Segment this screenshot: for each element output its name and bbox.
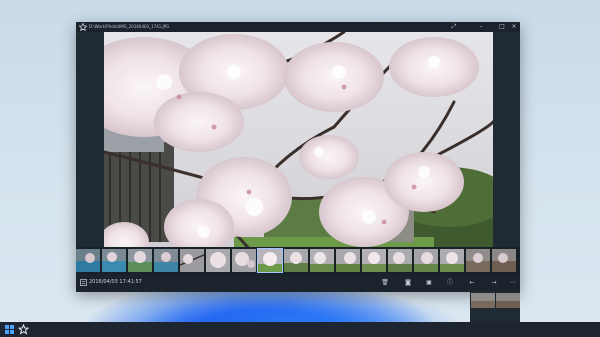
camera-icon[interactable]: ◙ xyxy=(403,278,413,288)
thumbnail[interactable] xyxy=(310,249,334,272)
window-title: D:\Work\Photo\IMG_20160403_1741.JPG xyxy=(89,24,170,29)
previous-icon[interactable]: ← xyxy=(467,278,477,288)
minimize-button[interactable]: – xyxy=(476,22,486,32)
photos-icon[interactable] xyxy=(18,324,29,335)
status-bar: 2016/04/03 17:41:57 🗑 ◙ ▣ ⓘ ← → ⋯ xyxy=(76,274,520,292)
thumbnail[interactable] xyxy=(128,249,152,272)
taskbar xyxy=(0,322,600,337)
close-button[interactable]: × xyxy=(509,22,519,32)
mini-thumbnail[interactable] xyxy=(471,293,495,308)
mini-thumbnail[interactable] xyxy=(496,293,520,308)
thumbnail[interactable] xyxy=(76,249,100,272)
next-icon[interactable]: → xyxy=(489,278,499,288)
maximize-button[interactable]: □ xyxy=(497,22,507,32)
thumbnail-active[interactable] xyxy=(257,248,283,273)
photos-window: D:\Work\Photo\IMG_20160403_1741.JPG ⤢ – … xyxy=(76,22,520,292)
start-icon[interactable] xyxy=(4,324,15,335)
thumbnail[interactable] xyxy=(180,249,204,272)
thumbnail[interactable] xyxy=(284,249,308,272)
thumbnail[interactable] xyxy=(440,249,464,272)
thumbnail[interactable] xyxy=(362,249,386,272)
delete-icon[interactable]: 🗑 xyxy=(380,278,390,288)
thumbnail[interactable] xyxy=(154,249,178,272)
thumbnail[interactable] xyxy=(336,249,360,272)
photo-date: 2016/04/03 17:41:57 xyxy=(89,279,142,285)
main-photo[interactable] xyxy=(104,32,493,266)
cherry-blossom-photo xyxy=(104,32,493,266)
filmstrip xyxy=(76,247,520,274)
thumbnail[interactable] xyxy=(466,249,490,272)
thumbnail[interactable] xyxy=(492,249,516,272)
thumbnail[interactable] xyxy=(414,249,438,272)
thumbnail[interactable] xyxy=(388,249,412,272)
expand-icon[interactable]: ⤢ xyxy=(449,22,459,32)
thumbnail[interactable] xyxy=(232,249,256,272)
thumbnail[interactable] xyxy=(206,249,230,272)
more-icon[interactable]: ⋯ xyxy=(508,278,518,288)
photos-star-icon xyxy=(79,23,87,31)
slideshow-icon[interactable]: ▣ xyxy=(424,278,434,288)
image-info-icon xyxy=(80,279,87,286)
title-bar: D:\Work\Photo\IMG_20160403_1741.JPG ⤢ – … xyxy=(76,22,520,32)
info-icon[interactable]: ⓘ xyxy=(445,278,455,288)
thumbnail[interactable] xyxy=(102,249,126,272)
